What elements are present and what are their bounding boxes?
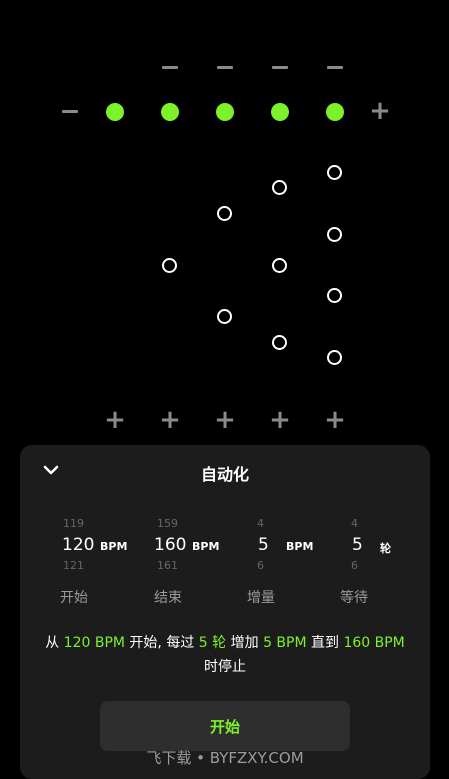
summary-text: 开始, 每过 — [124, 635, 199, 651]
summary-rounds-value: 5 轮 — [198, 635, 227, 651]
beat-dot-5[interactable] — [326, 103, 344, 121]
watermark: 飞下载 • BYFZXY.COM — [146, 749, 304, 767]
summary-text: 增加 — [226, 635, 264, 651]
beat-dot-2[interactable] — [161, 103, 179, 121]
summary-text: 时停止 — [204, 659, 246, 675]
picker-prev-value: 4 — [257, 517, 264, 530]
beat-dot-1[interactable] — [106, 103, 124, 121]
picker-next-value: 161 — [157, 559, 178, 572]
remove-beat-icon-col5[interactable] — [327, 66, 343, 69]
panel-title: 自动化 — [200, 465, 249, 484]
picker-prev-value: 4 — [351, 517, 358, 530]
sub-beat-ring[interactable] — [217, 206, 232, 221]
picker-next-value: 6 — [351, 559, 358, 572]
summary-text: 从 — [45, 635, 64, 651]
start-bpm-picker[interactable]: 119 120 BPM 121 — [58, 515, 148, 575]
sub-beat-ring[interactable] — [272, 258, 287, 273]
add-sub-beat-icon-col3[interactable]: + — [212, 407, 238, 433]
picker-current-value: 5 — [352, 535, 363, 555]
sub-beat-ring[interactable] — [272, 180, 287, 195]
automation-panel: 自动化 119 120 BPM 121 开始 159 160 BPM 161 结… — [20, 445, 430, 779]
remove-beat-icon-col4[interactable] — [272, 66, 288, 69]
automation-summary: 从 120 BPM 开始, 每过 5 轮 增加 5 BPM 直到 160 BPM… — [40, 631, 410, 679]
remove-column-icon[interactable] — [62, 110, 78, 113]
increment-label: 增量 — [247, 590, 275, 606]
beat-dot-3[interactable] — [216, 103, 234, 121]
sub-beat-ring[interactable] — [327, 227, 342, 242]
end-label: 结束 — [154, 590, 182, 606]
wait-label: 等待 — [340, 590, 368, 606]
picker-current-value: 120 — [62, 535, 95, 555]
picker-current-value: 160 — [154, 535, 187, 555]
beat-dot-4[interactable] — [271, 103, 289, 121]
picker-prev-value: 159 — [157, 517, 178, 530]
picker-unit: BPM — [100, 540, 128, 553]
picker-prev-value: 119 — [63, 517, 84, 530]
picker-next-value: 121 — [63, 559, 84, 572]
add-sub-beat-icon-col1[interactable]: + — [102, 407, 128, 433]
start-label: 开始 — [60, 590, 88, 606]
picker-unit: BPM — [192, 540, 220, 553]
add-sub-beat-icon-col2[interactable]: + — [157, 407, 183, 433]
remove-beat-icon-col3[interactable] — [217, 66, 233, 69]
add-sub-beat-icon-col5[interactable]: + — [322, 407, 348, 433]
remove-beat-icon-col2[interactable] — [162, 66, 178, 69]
summary-start-value: 120 BPM — [63, 635, 125, 651]
summary-end-value: 160 BPM — [343, 635, 405, 651]
sub-beat-ring[interactable] — [272, 335, 287, 350]
increment-picker[interactable]: 4 5 BPM 6 — [254, 515, 344, 575]
end-bpm-picker[interactable]: 159 160 BPM 161 — [152, 515, 242, 575]
start-button[interactable]: 开始 — [100, 701, 350, 751]
picker-next-value: 6 — [257, 559, 264, 572]
add-column-icon[interactable]: + — [367, 98, 393, 124]
sub-beat-ring[interactable] — [162, 258, 177, 273]
picker-current-value: 5 — [258, 535, 269, 555]
summary-increment-value: 5 BPM — [263, 635, 307, 651]
sub-beat-ring[interactable] — [217, 309, 232, 324]
picker-unit: BPM — [286, 540, 314, 553]
beat-pattern-area: + + + + + + — [0, 0, 449, 440]
picker-unit: 轮 — [380, 542, 391, 555]
summary-text: 直到 — [306, 635, 344, 651]
sub-beat-ring[interactable] — [327, 288, 342, 303]
sub-beat-ring[interactable] — [327, 165, 342, 180]
sub-beat-ring[interactable] — [327, 350, 342, 365]
add-sub-beat-icon-col4[interactable]: + — [267, 407, 293, 433]
wait-rounds-picker[interactable]: 4 5 轮 6 — [348, 515, 438, 575]
